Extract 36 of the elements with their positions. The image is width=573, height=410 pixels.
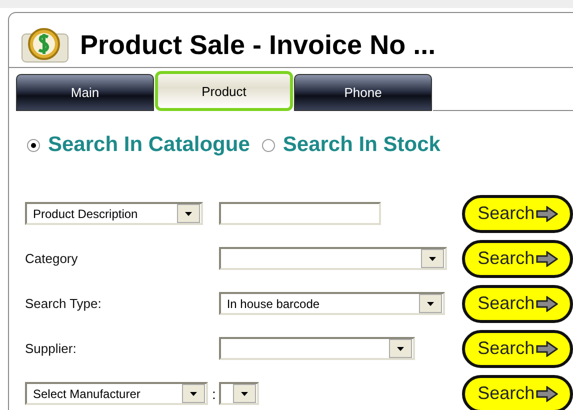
field-label: Category <box>25 251 78 266</box>
dropdown[interactable]: Product Description <box>25 202 203 225</box>
input-field[interactable] <box>218 202 381 225</box>
arrow-icon <box>536 340 558 356</box>
dropdown[interactable] <box>218 247 447 270</box>
arrow-icon <box>536 206 558 222</box>
dollar-coin-icon <box>20 26 70 64</box>
search-button[interactable]: Search <box>462 240 573 278</box>
radio-label: Search In Stock <box>282 133 440 157</box>
field-label: Supplier: <box>25 341 76 356</box>
arrow-icon <box>536 250 558 266</box>
dropdown[interactable] <box>218 337 415 360</box>
dropdown[interactable]: In house barcode <box>218 292 445 315</box>
caret-icon <box>428 256 436 260</box>
search-button[interactable]: Search <box>462 284 573 322</box>
field-label: Search Type: <box>25 296 102 311</box>
search-button[interactable]: Search <box>462 374 573 410</box>
caret-icon <box>185 212 192 216</box>
radio-label: Search In Catalogue <box>48 133 250 157</box>
caret-icon <box>190 392 197 396</box>
arrow-icon <box>536 296 558 312</box>
caret-icon <box>396 346 404 350</box>
tab[interactable]: Phone <box>294 74 432 111</box>
tab[interactable]: Main <box>16 74 154 111</box>
search-button[interactable]: Search <box>462 194 573 232</box>
radio-button[interactable] <box>27 138 40 152</box>
radio-button[interactable] <box>262 138 275 152</box>
dropdown[interactable] <box>218 382 259 405</box>
separator-colon: : <box>212 386 216 402</box>
search-button[interactable]: Search <box>462 330 573 368</box>
caret-icon <box>240 392 248 396</box>
dropdown[interactable]: Select Manufacturer <box>25 382 208 405</box>
tab[interactable]: Product <box>155 71 293 111</box>
window-title: Product Sale - Invoice No ... <box>80 30 436 60</box>
arrow-icon <box>536 386 558 402</box>
caret-icon <box>426 302 434 306</box>
